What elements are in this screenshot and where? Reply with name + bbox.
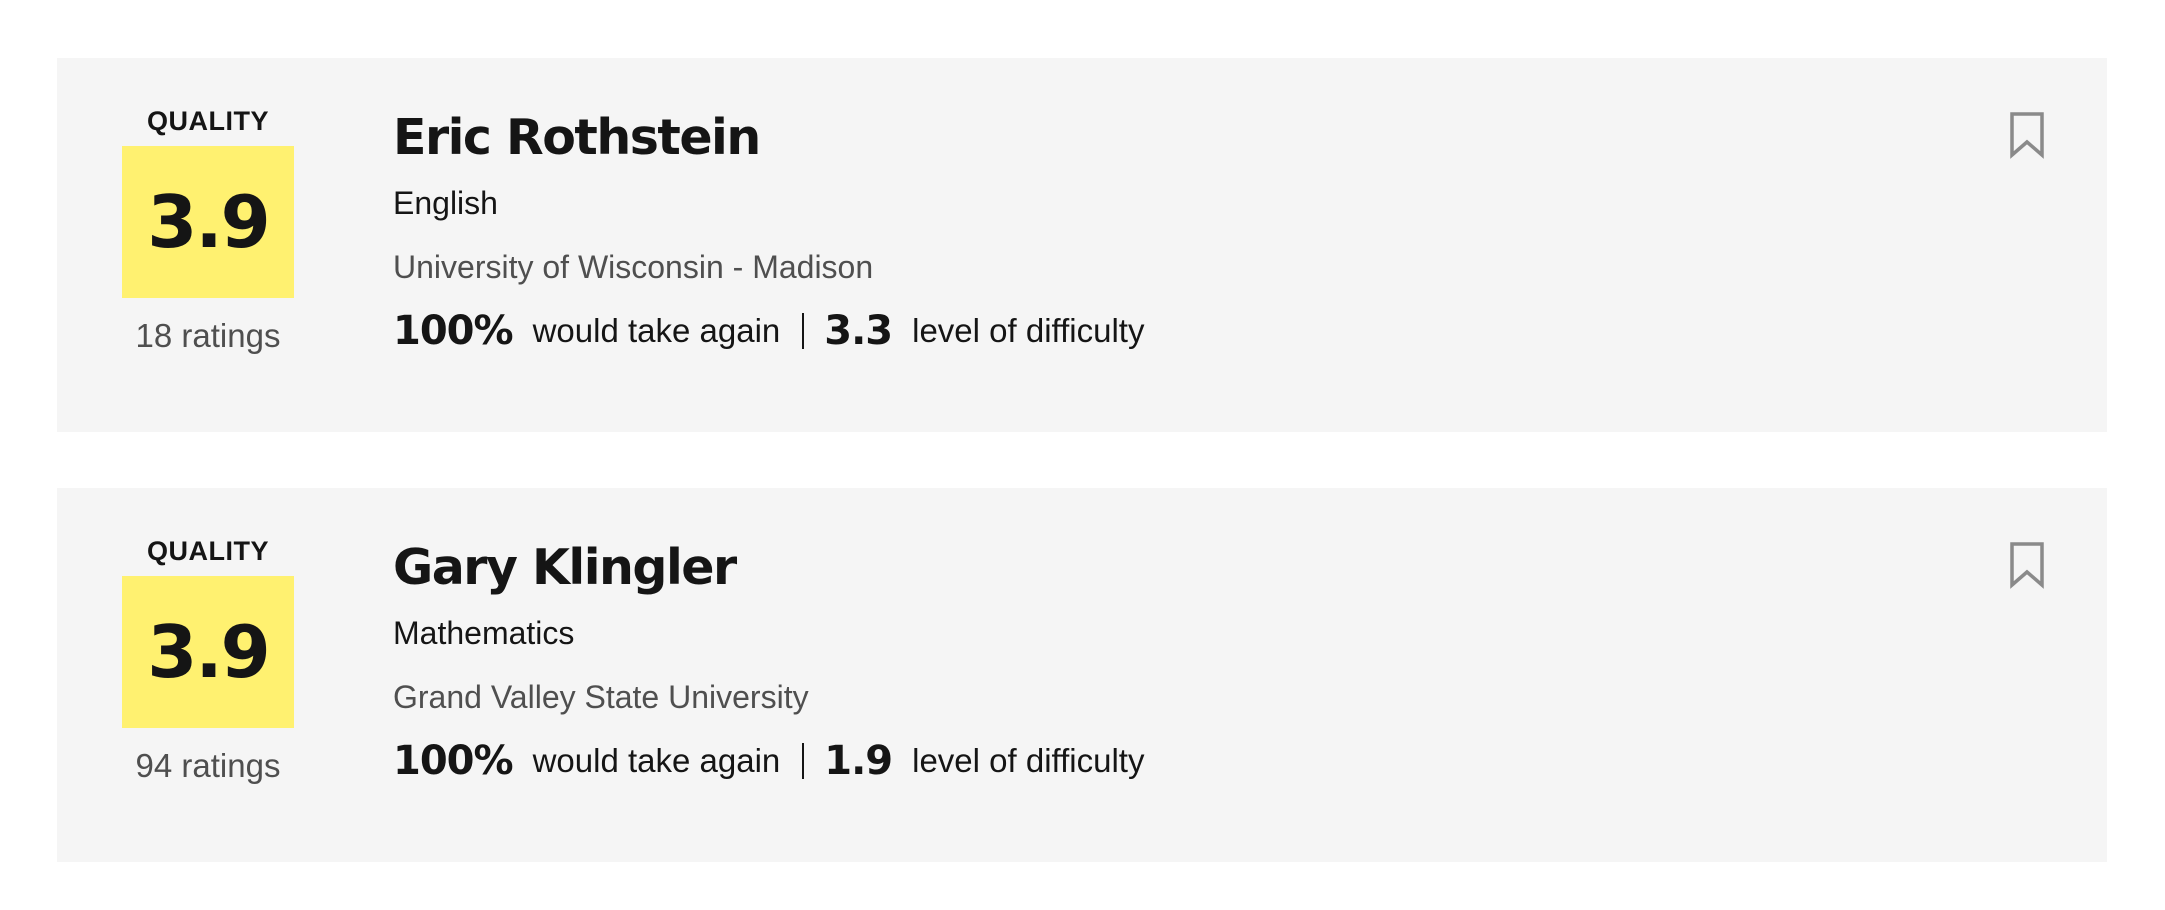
teacher-name[interactable]: Gary Klingler xyxy=(393,538,1144,598)
quality-score-box: 3.9 xyxy=(122,576,294,728)
quality-score-box: 3.9 xyxy=(122,146,294,298)
difficulty-score: 3.3 xyxy=(824,308,893,354)
difficulty-score: 1.9 xyxy=(824,738,893,784)
teacher-school: University of Wisconsin - Madison xyxy=(393,249,874,285)
feedback-divider xyxy=(802,313,805,349)
feedback-row: 100% would take again 3.3 level of diffi… xyxy=(393,308,1144,354)
would-take-again-percent: 100% xyxy=(393,738,514,784)
feedback-divider xyxy=(802,743,805,779)
bookmark-outline-icon xyxy=(2010,542,2044,589)
teacher-card[interactable]: QUALITY 3.9 18 ratings Eric Rothstein En… xyxy=(57,58,2107,432)
difficulty-label: level of difficulty xyxy=(912,312,1145,349)
feedback-row: 100% would take again 1.9 level of diffi… xyxy=(393,738,1144,784)
quality-label: QUALITY xyxy=(147,106,269,136)
quality-section: QUALITY 3.9 94 ratings xyxy=(122,534,294,786)
teacher-name[interactable]: Eric Rothstein xyxy=(393,108,1144,168)
quality-label: QUALITY xyxy=(147,536,269,566)
ratings-count: 18 ratings xyxy=(135,317,281,354)
bookmark-button[interactable] xyxy=(2009,541,2045,589)
would-take-again-label: would take again xyxy=(532,742,781,779)
teacher-card[interactable]: QUALITY 3.9 94 ratings Gary Klingler Mat… xyxy=(57,488,2107,862)
would-take-again-label: would take again xyxy=(532,312,781,349)
ratings-count: 94 ratings xyxy=(135,747,281,784)
quality-section: QUALITY 3.9 18 ratings xyxy=(122,104,294,356)
teacher-info: Gary Klingler Mathematics Grand Valley S… xyxy=(393,538,1144,784)
difficulty-label: level of difficulty xyxy=(912,742,1145,779)
bookmark-outline-icon xyxy=(2010,112,2044,159)
teacher-info: Eric Rothstein English University of Wis… xyxy=(393,108,1144,354)
teacher-school: Grand Valley State University xyxy=(393,679,809,715)
would-take-again-percent: 100% xyxy=(393,308,514,354)
teacher-card-list: QUALITY 3.9 18 ratings Eric Rothstein En… xyxy=(0,0,2165,910)
teacher-department: Mathematics xyxy=(393,615,575,651)
teacher-department: English xyxy=(393,185,498,221)
bookmark-button[interactable] xyxy=(2009,111,2045,159)
